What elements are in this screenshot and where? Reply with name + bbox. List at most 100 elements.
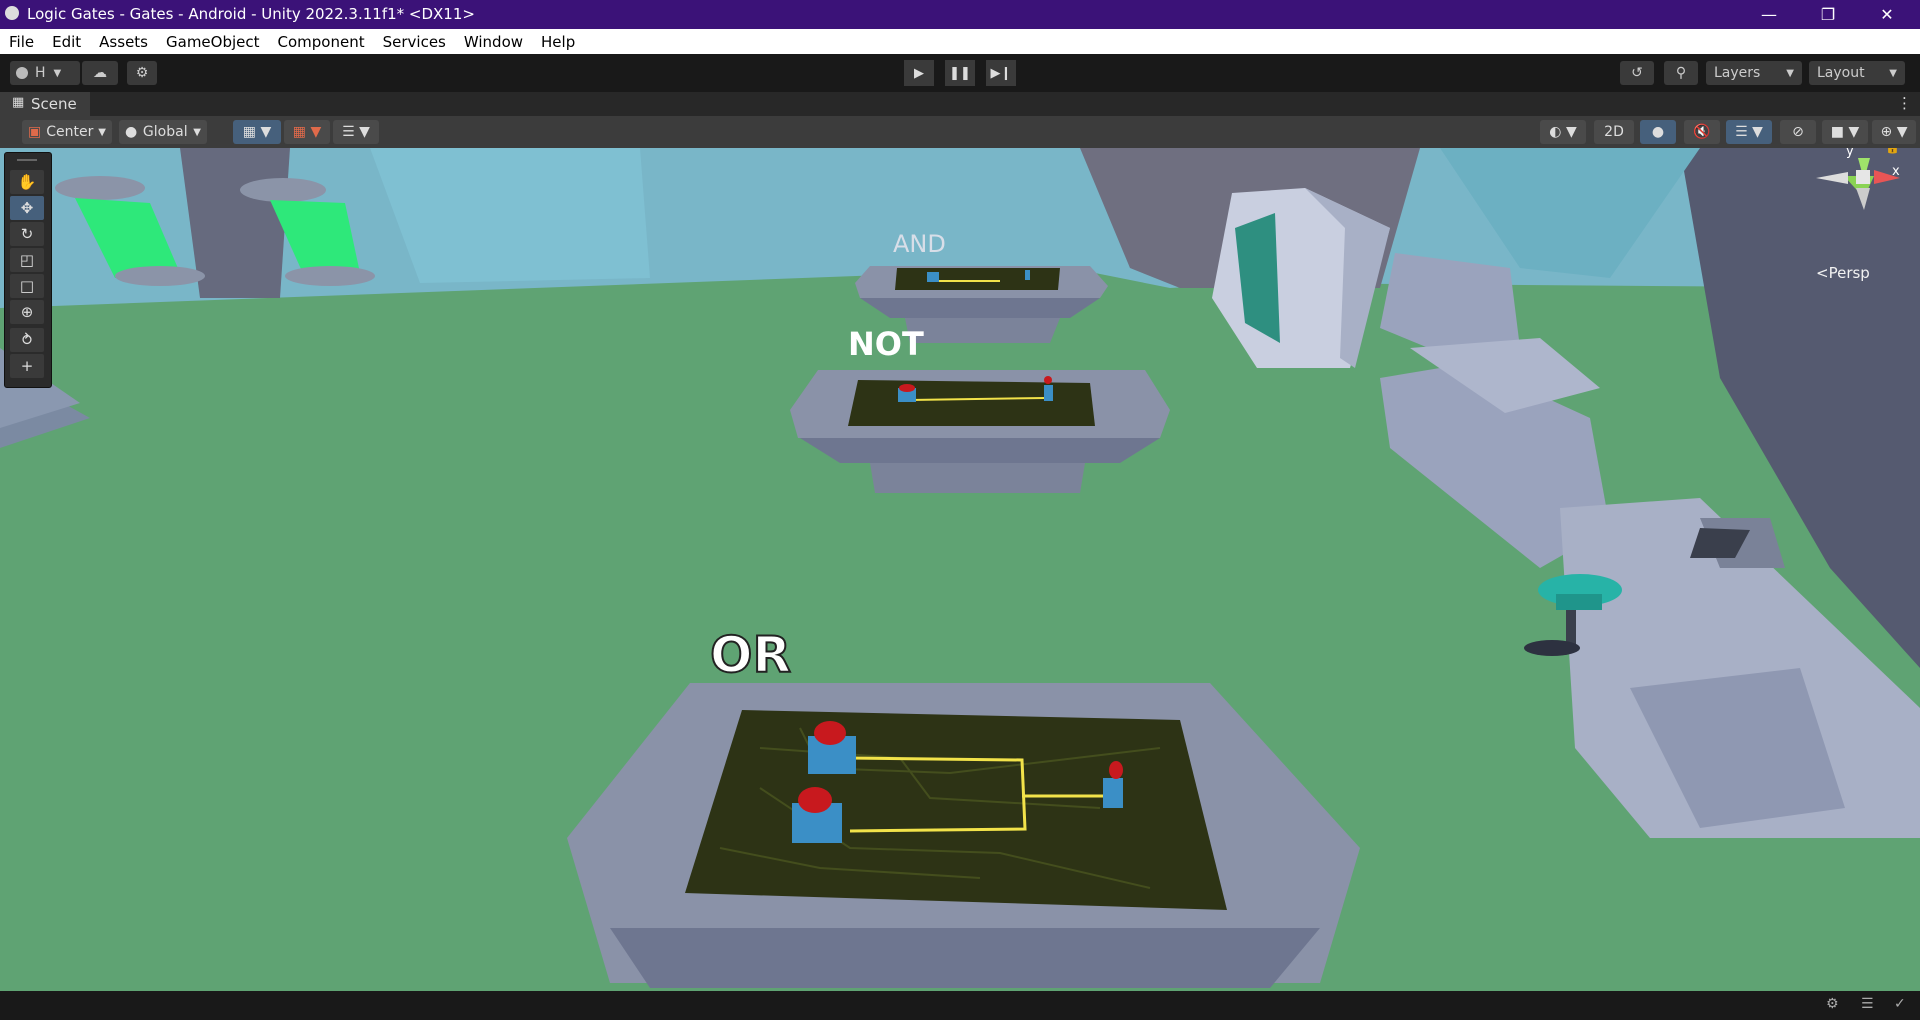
snap-increment-button[interactable]: ▦ ▼: [284, 120, 330, 144]
account-dropdown[interactable]: H ▼: [10, 61, 80, 85]
main-toolbar: H ▼ ☁ ⚙ ▶ ❚❚ ▶❙ ↺ ⚲ Layers ▼ Layout ▼: [0, 54, 1920, 92]
close-icon[interactable]: ✕: [1864, 0, 1910, 29]
collab-button[interactable]: ⚙: [127, 61, 157, 85]
eye-slash-icon: ⊘: [1792, 124, 1804, 140]
lighting-toggle[interactable]: ●: [1640, 120, 1676, 144]
lock-icon[interactable]: 🔒: [1885, 148, 1900, 154]
search-button[interactable]: ⚲: [1664, 61, 1698, 85]
title-bar: Logic Gates - Gates - Android - Unity 20…: [0, 0, 1920, 29]
menu-bar: File Edit Assets GameObject Component Se…: [0, 29, 1920, 54]
align-button[interactable]: ☰ ▼: [333, 120, 379, 144]
pause-button[interactable]: ❚❚: [945, 60, 975, 86]
add-tool-button[interactable]: +: [10, 354, 44, 378]
projection-toggle[interactable]: <Persp: [1816, 264, 1870, 282]
move-tool-button[interactable]: ✥: [10, 196, 44, 220]
play-icon: ▶: [914, 65, 924, 81]
space-dropdown[interactable]: ● Global ▼: [119, 120, 207, 144]
scene-viewport[interactable]: AND NOT OR y x 🔒 <Persp: [0, 148, 1920, 991]
space-label: Global: [142, 124, 188, 140]
gizmo-icon: ⊕ ▼: [1880, 124, 1908, 140]
step-button[interactable]: ▶❙: [986, 60, 1016, 86]
pivot-label: Center: [46, 124, 94, 140]
menu-assets[interactable]: Assets: [90, 33, 157, 51]
effects-icon: ☰ ▼: [1735, 124, 1763, 140]
hidden-objects-toggle[interactable]: ⊘: [1780, 120, 1816, 144]
rect-tool-button[interactable]: □: [10, 274, 44, 298]
menu-help[interactable]: Help: [532, 33, 584, 51]
step-icon: ▶❙: [990, 65, 1012, 81]
cloud-button[interactable]: ☁: [82, 61, 118, 85]
hand-icon: ✋: [17, 173, 37, 191]
effects-dropdown[interactable]: ☰ ▼: [1726, 120, 1772, 144]
menu-edit[interactable]: Edit: [43, 33, 90, 51]
gizmos-dropdown[interactable]: ⊕ ▼: [1872, 120, 1916, 144]
menu-services[interactable]: Services: [374, 33, 455, 51]
tab-scene[interactable]: ▦ Scene: [0, 92, 90, 116]
or-table: [567, 683, 1360, 988]
scale-tool-button[interactable]: ◰: [10, 248, 44, 272]
history-button[interactable]: ↺: [1620, 61, 1654, 85]
plus-icon: +: [20, 357, 34, 375]
hand-tool-button[interactable]: ✋: [10, 170, 44, 194]
move-icon: ✥: [20, 199, 34, 217]
transform-tool-button[interactable]: ⊕: [10, 300, 44, 324]
minimize-icon[interactable]: —: [1746, 0, 1792, 29]
window-title: Logic Gates - Gates - Android - Unity 20…: [27, 5, 475, 23]
rotate-tool-button[interactable]: ↻: [10, 222, 44, 246]
layout-dropdown[interactable]: Layout ▼: [1809, 61, 1905, 85]
layers-label: Layers: [1714, 65, 1761, 81]
transform-icon: ⊕: [20, 303, 34, 321]
layers-dropdown[interactable]: Layers ▼: [1706, 61, 1802, 85]
rect-icon: □: [19, 277, 35, 295]
gizmo-y-label: y: [1846, 148, 1854, 159]
gizmo-x-label: x: [1892, 164, 1900, 179]
snap-icon: ▦ ▼: [292, 124, 322, 140]
check-icon[interactable]: ✓: [1894, 996, 1906, 1012]
light-bulb-icon: ●: [1651, 124, 1665, 140]
rotate-icon: ↻: [20, 225, 34, 243]
audio-mute-icon: 🔇: [1693, 124, 1711, 140]
audio-toggle[interactable]: 🔇: [1684, 120, 1720, 144]
scene-tab-bar: ▦ Scene ⋮: [0, 92, 1920, 116]
draw-mode-dropdown[interactable]: ◐ ▼: [1540, 120, 1586, 144]
chevron-down-icon: ▼: [1786, 67, 1794, 79]
unity-logo-icon: [5, 6, 19, 20]
layers-status-icon[interactable]: ☰: [1861, 996, 1874, 1012]
chevron-down-icon: ▼: [193, 126, 201, 138]
search-icon: ⚲: [1675, 65, 1687, 81]
axis-gizmo-icon: [1816, 158, 1900, 210]
menu-file[interactable]: File: [0, 33, 43, 51]
camera-icon: ■ ▼: [1830, 124, 1860, 140]
pivot-dropdown[interactable]: ▣ Center ▼: [22, 120, 112, 144]
more-options-icon[interactable]: ⋮: [1897, 94, 1912, 112]
menu-component[interactable]: Component: [269, 33, 374, 51]
tab-scene-label: Scene: [31, 95, 77, 113]
custom-tool-button[interactable]: ⥁: [10, 328, 44, 352]
restore-icon[interactable]: ❐: [1805, 0, 1851, 29]
scale-icon: ◰: [19, 251, 35, 269]
camera-dropdown[interactable]: ■ ▼: [1822, 120, 1868, 144]
chevron-down-icon: ▼: [1889, 67, 1897, 79]
mode-2d-button[interactable]: 2D: [1594, 120, 1634, 144]
and-gate-label: AND: [893, 230, 946, 258]
projection-label: Persp: [1828, 264, 1870, 282]
layout-label: Layout: [1817, 65, 1865, 81]
scene-toolbar: ▣ Center ▼ ● Global ▼ ▦ ▼ ▦ ▼ ☰ ▼ ◐ ▼ 2D…: [0, 116, 1920, 148]
palette-handle[interactable]: [17, 159, 37, 161]
menu-window[interactable]: Window: [455, 33, 532, 51]
projection-icon: <: [1816, 264, 1829, 282]
account-icon: [16, 67, 28, 79]
chevron-down-icon: ▼: [98, 126, 106, 138]
history-icon: ↺: [1631, 65, 1643, 81]
debug-icon[interactable]: ⚙: [1826, 996, 1839, 1012]
cloud-icon: ☁: [93, 65, 107, 81]
grid-snap-button[interactable]: ▦ ▼: [233, 120, 281, 144]
collab-icon: ⚙: [135, 65, 149, 81]
play-button[interactable]: ▶: [904, 60, 934, 86]
globe-icon: ●: [125, 124, 138, 140]
custom-tool-icon: ⥁: [21, 331, 33, 349]
grid-snap-icon: ▦ ▼: [242, 124, 272, 140]
menu-gameobject[interactable]: GameObject: [157, 33, 269, 51]
grid-icon: ▦: [12, 95, 25, 110]
orientation-gizmo[interactable]: y x 🔒: [1808, 148, 1920, 258]
